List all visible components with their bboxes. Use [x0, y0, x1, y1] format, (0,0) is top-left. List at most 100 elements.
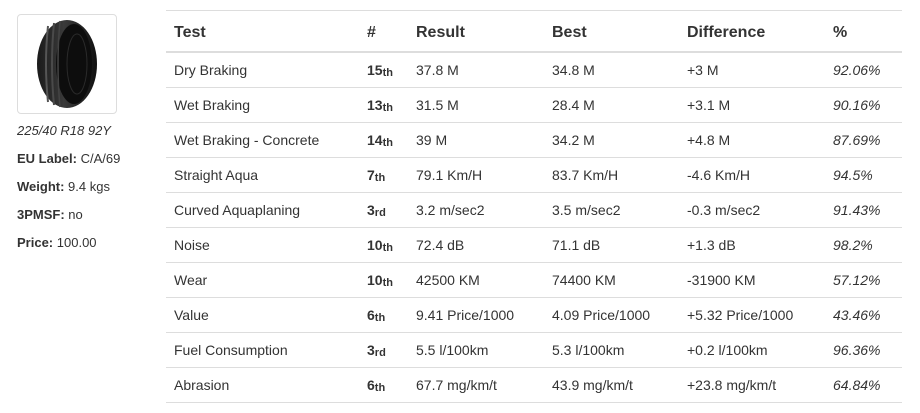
rank-suffix: th: [382, 102, 393, 114]
cell-result: 79.1 Km/H: [408, 157, 544, 193]
rank-suffix: th: [382, 137, 393, 149]
cell-test: Wet Braking - Concrete: [166, 122, 359, 158]
tyre-sidebar: 225/40 R18 92Y EU Label: C/A/69 Weight: …: [17, 14, 157, 250]
cell-rank: 14th: [359, 122, 408, 158]
cell-percent: 96.36%: [825, 332, 902, 368]
cell-rank: 3rd: [359, 332, 408, 368]
spec-label: Price:: [17, 235, 54, 250]
rank-suffix: rd: [374, 347, 386, 359]
rank-suffix: th: [374, 172, 386, 184]
header-test: Test: [166, 14, 359, 53]
spec-value: C/A/69: [80, 151, 121, 166]
cell-percent: 87.69%: [825, 122, 902, 158]
cell-best: 4.09 Price/1000: [544, 297, 679, 333]
cell-percent: 92.06%: [825, 52, 902, 88]
cell-difference: -4.6 Km/H: [679, 157, 825, 193]
cell-best: 5.3 l/100km: [544, 332, 679, 368]
cell-test: Noise: [166, 227, 359, 263]
cell-difference: +1.3 dB: [679, 227, 825, 263]
cell-best: 74400 KM: [544, 262, 679, 298]
cell-test: Dry Braking: [166, 52, 359, 88]
table-row: Wet Braking 13th 31.5 M 28.4 M +3.1 M 90.16%: [166, 87, 902, 123]
cell-result: 72.4 dB: [408, 227, 544, 263]
cell-percent: 91.43%: [825, 192, 902, 228]
cell-test: Value: [166, 297, 359, 333]
cell-percent: 64.84%: [825, 367, 902, 403]
cell-percent: 98.2%: [825, 227, 902, 263]
rank-number: 13: [367, 97, 383, 113]
rank-suffix: th: [382, 277, 393, 289]
rank-number: 3: [367, 342, 375, 358]
cell-difference: +3 M: [679, 52, 825, 88]
cell-rank: 3rd: [359, 192, 408, 228]
cell-percent: 57.12%: [825, 262, 902, 298]
cell-result: 9.41 Price/1000: [408, 297, 544, 333]
cell-best: 43.9 mg/km/t: [544, 367, 679, 403]
cell-rank: 15th: [359, 52, 408, 88]
spec-weight: Weight: 9.4 kgs: [17, 179, 157, 194]
table-header-row: Test # Result Best Difference %: [166, 14, 902, 53]
cell-best: 28.4 M: [544, 87, 679, 123]
cell-percent: 90.16%: [825, 87, 902, 123]
table-row: Noise 10th 72.4 dB 71.1 dB +1.3 dB 98.2%: [166, 227, 902, 263]
table-row: Wet Braking - Concrete 14th 39 M 34.2 M +4.8…: [166, 122, 902, 158]
cell-result: 67.7 mg/km/t: [408, 367, 544, 403]
rank-number: 6: [367, 307, 375, 323]
rank-number: 10: [367, 272, 383, 288]
header-difference: Difference: [679, 14, 825, 53]
rank-number: 3: [367, 202, 375, 218]
header-best: Best: [544, 14, 679, 53]
cell-difference: +3.1 M: [679, 87, 825, 123]
cell-test: Abrasion: [166, 367, 359, 403]
spec-label: 3PMSF:: [17, 207, 65, 222]
spec-label: Weight:: [17, 179, 65, 194]
header-result: Result: [408, 14, 544, 53]
cell-rank: 10th: [359, 262, 408, 298]
spec-3pmsf: 3PMSF: no: [17, 207, 157, 222]
rank-number: 15: [367, 62, 383, 78]
cell-difference: +5.32 Price/1000: [679, 297, 825, 333]
cell-test: Wet Braking: [166, 87, 359, 123]
cell-test: Wear: [166, 262, 359, 298]
table-row: Dry Braking 15th 37.8 M 34.8 M +3 M 92.06%: [166, 52, 902, 88]
cell-test: Straight Aqua: [166, 157, 359, 193]
cell-result: 3.2 m/sec2: [408, 192, 544, 228]
cell-rank: 7th: [359, 157, 408, 193]
rank-suffix: th: [374, 312, 386, 324]
spec-price: Price: 100.00: [17, 235, 157, 250]
spec-value: 100.00: [56, 235, 97, 250]
test-results-table: Test # Result Best Difference % Dry Brak…: [166, 14, 902, 403]
cell-result: 39 M: [408, 122, 544, 158]
cell-rank: 6th: [359, 297, 408, 333]
cell-best: 83.7 Km/H: [544, 157, 679, 193]
cell-result: 37.8 M: [408, 52, 544, 88]
cell-difference: +4.8 M: [679, 122, 825, 158]
cell-best: 34.8 M: [544, 52, 679, 88]
cell-percent: 43.46%: [825, 297, 902, 333]
rank-number: 14: [367, 132, 383, 148]
rank-number: 7: [367, 167, 375, 183]
cell-percent: 94.5%: [825, 157, 902, 193]
rank-suffix: th: [374, 382, 386, 394]
cell-difference: -0.3 m/sec2: [679, 192, 825, 228]
table-row: Fuel Consumption 3rd 5.5 l/100km 5.3 l/100k…: [166, 332, 902, 368]
table-row: Wear 10th 42500 KM 74400 KM -31900 KM 57.12%: [166, 262, 902, 298]
cell-test: Fuel Consumption: [166, 332, 359, 368]
table-row: Abrasion 6th 67.7 mg/km/t 43.9 mg/km/t +23.8…: [166, 367, 902, 403]
cell-rank: 10th: [359, 227, 408, 263]
rank-suffix: rd: [374, 207, 386, 219]
table-row: Value 6th 9.41 Price/1000 4.09 Price/1000 +5…: [166, 297, 902, 333]
tyre-thumbnail[interactable]: [17, 14, 117, 114]
cell-difference: +0.2 l/100km: [679, 332, 825, 368]
spec-value: no: [68, 207, 83, 222]
cell-best: 34.2 M: [544, 122, 679, 158]
cell-result: 31.5 M: [408, 87, 544, 123]
header-percent: %: [825, 14, 902, 53]
spec-value: 9.4 kgs: [68, 179, 110, 194]
cell-result: 42500 KM: [408, 262, 544, 298]
rank-suffix: th: [382, 242, 393, 254]
cell-difference: -31900 KM: [679, 262, 825, 298]
cell-result: 5.5 l/100km: [408, 332, 544, 368]
spec-label: EU Label:: [17, 151, 77, 166]
header-rank: #: [359, 14, 408, 53]
